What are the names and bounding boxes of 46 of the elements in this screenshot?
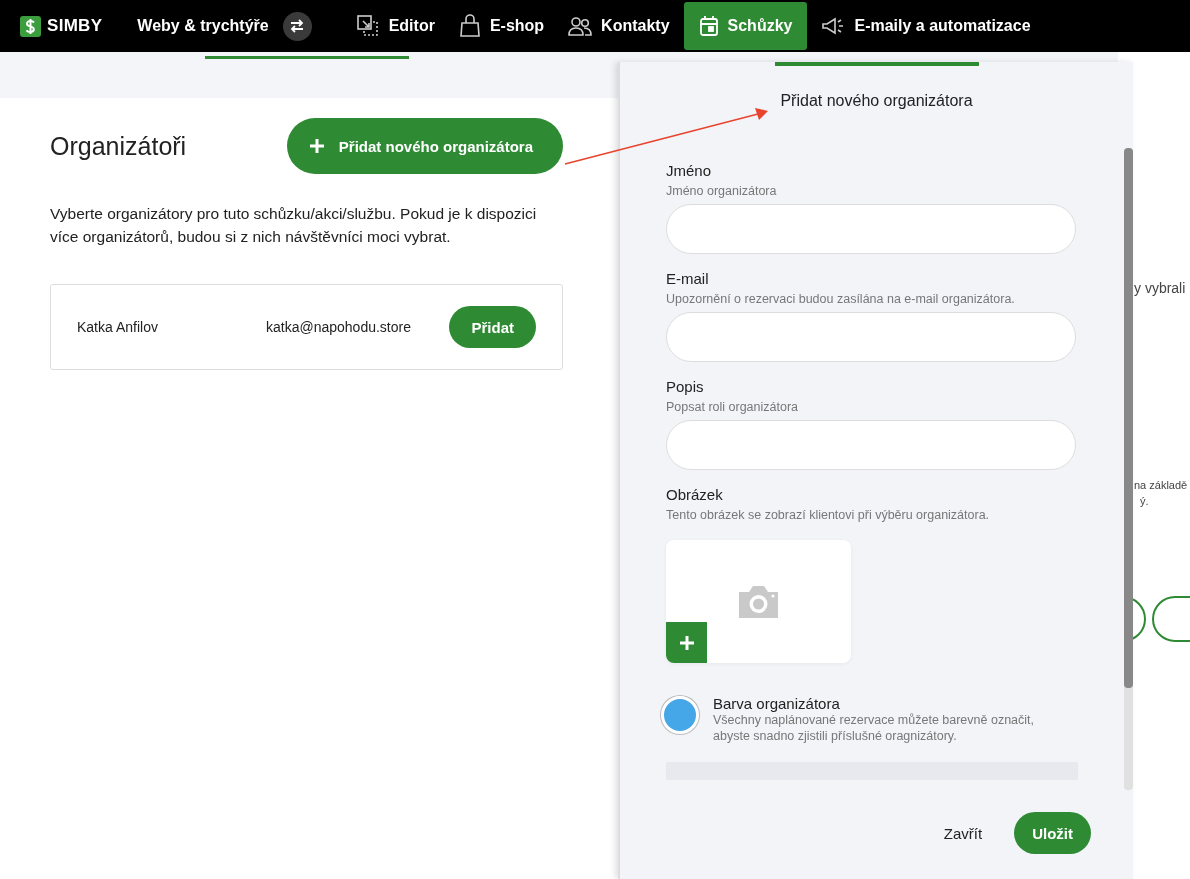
section-title: Organizátoři xyxy=(50,131,187,161)
modal-title: Přidat nového organizátora xyxy=(779,92,974,110)
swap-icon[interactable] xyxy=(282,11,312,41)
save-button[interactable]: Uložit xyxy=(1014,812,1091,854)
background-text: ý. xyxy=(1140,495,1149,507)
field-label: Obrázek xyxy=(666,486,724,503)
input-field[interactable] xyxy=(666,420,1076,470)
plus-icon xyxy=(308,138,325,154)
brand-name: SIMBY xyxy=(47,16,103,36)
people-icon xyxy=(568,15,593,37)
nav-tab[interactable]: Schůzky xyxy=(683,2,808,50)
color-label: Barva organizátora xyxy=(713,695,841,712)
input-field[interactable] xyxy=(666,204,1076,254)
scrollbar[interactable] xyxy=(1124,148,1133,790)
background-text: na základě xyxy=(1134,479,1188,491)
field-label: E-mail xyxy=(666,270,710,287)
sites-menu[interactable]: Weby & trychtýře xyxy=(137,17,269,35)
add-image-button[interactable] xyxy=(666,622,707,663)
plus-icon xyxy=(678,634,695,651)
description-text: Vyberte organizátory pro tuto schůzku/akci/službu. Pokud je k dispozici více organizátorů, budou si z nich návštěvníci moci vybrat. xyxy=(50,204,538,247)
logo-icon xyxy=(20,15,41,37)
color-description: Všechny naplánované rezervace můžete barevně označit, abyste snadno zjistili příslušné oragnizátory. xyxy=(713,712,1036,744)
field-hint: Tento obrázek se zobrazí klientovi při výběru organizátora. xyxy=(666,508,991,522)
calendar-icon xyxy=(698,15,719,37)
input-field[interactable] xyxy=(666,312,1076,362)
shopping-bag-icon xyxy=(458,14,481,38)
image-upload[interactable] xyxy=(666,540,851,663)
organizer-email: katka@napohodu.store xyxy=(266,319,412,335)
megaphone-icon xyxy=(821,16,846,36)
organizer-name: Katka Anfilov xyxy=(77,319,159,335)
field-label: Popis xyxy=(666,378,705,395)
add-organizer-button[interactable]: Přidat nového organizátora xyxy=(286,118,563,174)
camera-icon xyxy=(736,584,781,620)
close-button[interactable]: Zavřít xyxy=(937,823,989,843)
nav-tab[interactable]: Editor xyxy=(345,2,445,50)
nav-tab[interactable]: Kontakty xyxy=(558,2,680,50)
editor-icon xyxy=(355,14,380,38)
field-hint: Popsat roli organizátora xyxy=(666,400,800,414)
field-hint: Upozornění o rezervaci budou zasílána na e-mail organizátora. xyxy=(666,292,1016,306)
nav-tab[interactable]: E-maily a automatizace xyxy=(811,2,1041,50)
background-text: y vybrali xyxy=(1134,280,1186,296)
add-button[interactable]: Přidat xyxy=(449,306,536,348)
field-label: Jméno xyxy=(666,162,713,179)
color-swatch[interactable] xyxy=(661,696,699,734)
nav-tab[interactable]: E-shop xyxy=(448,2,555,50)
field-hint: Jméno organizátora xyxy=(666,184,778,198)
